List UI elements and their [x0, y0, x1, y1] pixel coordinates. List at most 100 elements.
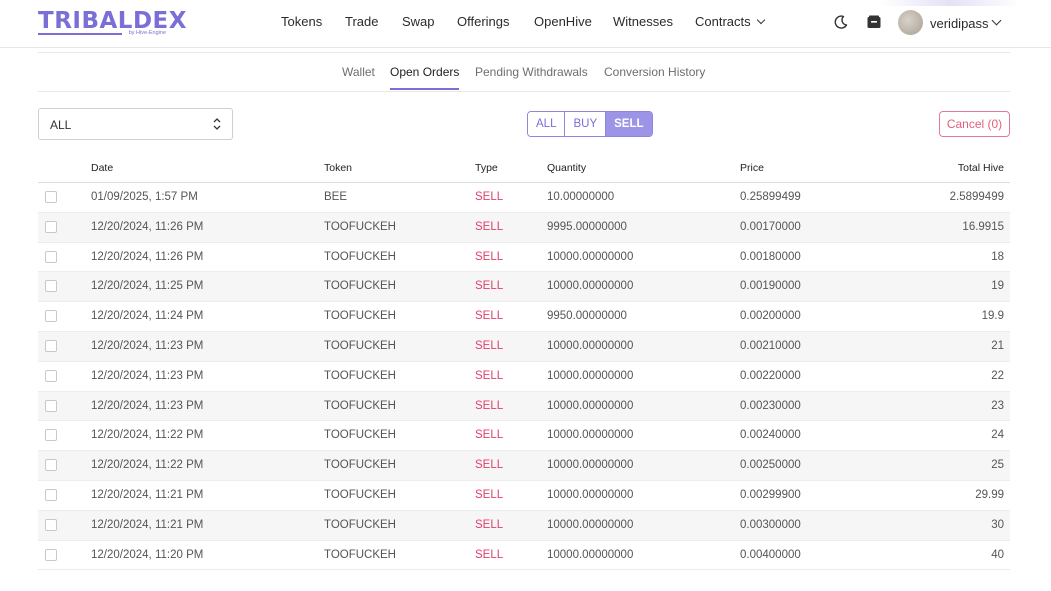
cell-total-hive: 21 [991, 339, 1004, 352]
nav-item-trade[interactable]: Trade [345, 14, 378, 29]
cell-price: 0.25899499 [740, 191, 801, 203]
filter-all-button[interactable]: ALL [528, 112, 565, 136]
tab-wallet[interactable]: Wallet [342, 65, 375, 79]
avatar[interactable] [898, 10, 923, 35]
column-header-date[interactable]: Date [91, 162, 113, 174]
cell-type: SELL [475, 250, 504, 263]
cell-total-hive: 29.99 [975, 488, 1004, 501]
wallet-icon[interactable] [866, 14, 882, 30]
cell-total-hive: 40 [991, 548, 1004, 561]
moon-icon[interactable] [833, 14, 849, 30]
row-checkbox[interactable] [45, 429, 57, 442]
cell-quantity: 10.00000000 [547, 191, 615, 203]
tab-open-orders[interactable]: Open Orders [390, 65, 459, 79]
table-row: 12/20/2024, 11:22 PM TOOFUCKEH SELL 10000.0… [38, 451, 1010, 481]
cell-quantity: 10000.00000000 [547, 250, 634, 263]
cell-date: 12/20/2024, 11:21 PM [91, 488, 204, 501]
cell-token: TOOFUCKEH [324, 459, 396, 472]
nav-item-swap[interactable]: Swap [402, 14, 435, 29]
row-checkbox[interactable] [45, 369, 57, 382]
row-checkbox[interactable] [45, 280, 57, 293]
cell-total-hive: 2.5899499 [949, 191, 1004, 203]
cell-total-hive: 25 [991, 459, 1004, 472]
cell-date: 01/09/2025, 1:57 PM [91, 191, 198, 203]
row-checkbox[interactable] [45, 191, 57, 203]
row-checkbox[interactable] [45, 488, 57, 501]
table-row: 12/20/2024, 11:20 PM TOOFUCKEH SELL 10000.0… [38, 541, 1010, 571]
row-checkbox[interactable] [45, 399, 57, 412]
row-checkbox[interactable] [45, 220, 57, 233]
token-select-value: ALL [50, 118, 72, 132]
cell-quantity: 10000.00000000 [547, 369, 634, 382]
table-header: Date Token Type Quantity Price Total Hiv… [38, 153, 1010, 183]
cell-price: 0.00240000 [740, 429, 801, 442]
select-arrows-icon [213, 118, 221, 130]
cell-date: 12/20/2024, 11:22 PM [91, 429, 204, 442]
top-navbar: TRIBALDEX by Hive-Engine Tokens Trade Sw… [0, 0, 1051, 48]
row-checkbox[interactable] [45, 459, 57, 472]
table-row: 12/20/2024, 11:26 PM TOOFUCKEH SELL 10000.0… [38, 243, 1010, 273]
chevron-down-icon [756, 15, 765, 25]
row-checkbox[interactable] [45, 518, 57, 531]
column-header-type[interactable]: Type [475, 162, 498, 174]
nav-item-contracts-label: Contracts [695, 14, 751, 29]
row-checkbox[interactable] [45, 339, 57, 352]
cell-type: SELL [475, 220, 504, 233]
column-header-total-hive[interactable]: Total Hive [958, 162, 1004, 174]
cell-token: BEE [324, 191, 348, 203]
nav-item-tokens[interactable]: Tokens [281, 14, 322, 29]
tab-conversion-history[interactable]: Conversion History [604, 65, 705, 79]
chevron-down-icon[interactable] [991, 15, 1002, 26]
cell-type: SELL [475, 429, 504, 442]
nav-item-offerings[interactable]: Offerings [457, 14, 510, 29]
table-row: 12/20/2024, 11:23 PM TOOFUCKEH SELL 10000.0… [38, 391, 1010, 422]
cell-price: 0.00300000 [740, 518, 801, 531]
column-header-token[interactable]: Token [324, 162, 352, 174]
nav-item-openhive[interactable]: OpenHive [534, 14, 592, 29]
cell-type: SELL [475, 459, 504, 472]
nav-item-witnesses[interactable]: Witnesses [613, 14, 673, 29]
token-select[interactable]: ALL [38, 108, 233, 140]
nav-item-contracts[interactable]: Contracts [695, 14, 765, 29]
cell-quantity: 10000.00000000 [547, 280, 634, 293]
table-row: 12/20/2024, 11:21 PM TOOFUCKEH SELL 10000.0… [38, 510, 1010, 541]
logo-subtitle: by Hive-Engine [128, 30, 166, 36]
cell-price: 0.00230000 [740, 399, 801, 412]
cell-token: TOOFUCKEH [324, 250, 396, 263]
cell-quantity: 9950.00000000 [547, 310, 627, 323]
divider [38, 91, 1010, 92]
cell-type: SELL [475, 399, 504, 412]
tribaldex-logo[interactable]: TRIBALDEX by Hive-Engine [38, 9, 186, 37]
cell-price: 0.00180000 [740, 250, 801, 263]
cell-price: 0.00200000 [740, 310, 801, 323]
cell-date: 12/20/2024, 11:22 PM [91, 459, 204, 472]
column-header-quantity[interactable]: Quantity [547, 162, 586, 174]
cell-quantity: 10000.00000000 [547, 518, 634, 531]
filter-sell-button[interactable]: SELL [605, 112, 652, 136]
filter-buy-button[interactable]: BUY [564, 112, 606, 136]
tab-pending-withdrawals[interactable]: Pending Withdrawals [475, 65, 588, 79]
cancel-orders-button[interactable]: Cancel (0) [939, 111, 1010, 137]
cell-price: 0.00299900 [740, 488, 801, 501]
cell-type: SELL [475, 191, 504, 203]
cell-quantity: 10000.00000000 [547, 488, 634, 501]
cell-date: 12/20/2024, 11:23 PM [91, 339, 204, 352]
table-row: 12/20/2024, 11:21 PM TOOFUCKEH SELL 10000.0… [38, 481, 1010, 511]
table-row: 12/20/2024, 11:25 PM TOOFUCKEH SELL 10000.0… [38, 272, 1010, 303]
cell-token: TOOFUCKEH [324, 220, 396, 233]
row-checkbox[interactable] [45, 250, 57, 263]
cell-type: SELL [475, 488, 504, 501]
cell-type: SELL [475, 518, 504, 531]
row-checkbox[interactable] [45, 548, 57, 561]
row-checkbox[interactable] [45, 310, 57, 323]
cell-token: TOOFUCKEH [324, 369, 396, 382]
cell-date: 12/20/2024, 11:23 PM [91, 399, 204, 412]
username[interactable]: veridipass [930, 16, 989, 31]
cell-price: 0.00190000 [740, 280, 801, 293]
cell-type: SELL [475, 310, 504, 323]
cell-date: 12/20/2024, 11:25 PM [91, 280, 204, 293]
cell-price: 0.00210000 [740, 339, 801, 352]
cell-quantity: 10000.00000000 [547, 548, 634, 561]
column-header-price[interactable]: Price [740, 162, 764, 174]
cell-date: 12/20/2024, 11:20 PM [91, 548, 204, 561]
